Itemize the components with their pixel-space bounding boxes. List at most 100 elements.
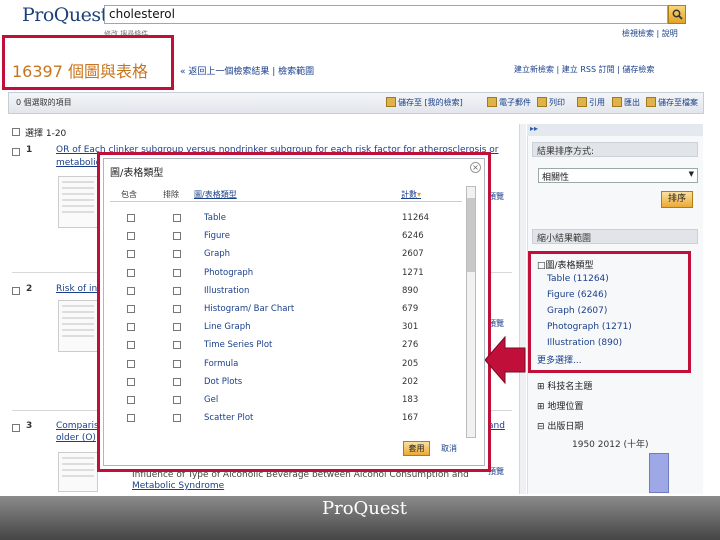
include-checkbox[interactable] — [127, 396, 135, 404]
col-type-sort[interactable]: 圖/表格類型 — [194, 189, 237, 200]
cite-button[interactable]: 引用 — [577, 97, 605, 108]
facet-section-date[interactable]: ⊟ 出版日期 — [537, 419, 583, 432]
type-count: 205 — [402, 358, 419, 369]
exclude-checkbox[interactable] — [173, 396, 181, 404]
narrow-header: 縮小結果範圍 — [532, 229, 698, 244]
more-options-link[interactable]: 更多選擇... — [537, 353, 582, 366]
chevron-down-icon: ▼ — [688, 170, 694, 178]
toolbar-label: 列印 — [549, 98, 565, 107]
modal-row: Time Series Plot 276 — [110, 336, 462, 354]
sort-select[interactable]: 相關性 ▼ — [538, 168, 698, 183]
exclude-checkbox[interactable] — [173, 286, 181, 295]
top-links[interactable]: 檢視檢索 | 說明 — [622, 28, 678, 39]
type-count: 890 — [402, 285, 419, 296]
apply-button[interactable]: 套用 — [403, 441, 430, 456]
search-input[interactable]: cholesterol — [104, 5, 668, 24]
cite-icon — [577, 97, 587, 107]
include-checkbox[interactable] — [127, 232, 135, 241]
include-checkbox[interactable] — [127, 359, 135, 368]
results-scrollbar[interactable] — [519, 124, 526, 494]
back-links[interactable]: « 返回上一個檢索結果 | 檢索範圍 — [180, 64, 314, 77]
exclude-checkbox[interactable] — [173, 214, 181, 222]
close-icon[interactable]: × — [470, 162, 481, 173]
facet-item[interactable]: Table (11264) — [547, 274, 609, 284]
select-all-checkbox[interactable] — [12, 128, 20, 136]
facet-item[interactable]: Photograph (1271) — [547, 322, 632, 332]
exclude-checkbox[interactable] — [173, 305, 181, 313]
exclude-checkbox[interactable] — [173, 268, 181, 277]
facet-item[interactable]: Figure (6246) — [547, 290, 607, 300]
modal-row: Photograph 1271 — [110, 264, 462, 282]
result-title-tail[interactable]: and — [488, 421, 512, 431]
include-checkbox[interactable] — [127, 250, 135, 259]
result-checkbox[interactable] — [12, 424, 20, 432]
toolbar-label: 電子郵件 — [499, 98, 531, 107]
selected-count: 0 個選取的項目 — [16, 98, 72, 107]
save-to-file-button[interactable]: 儲存至檔案 — [646, 97, 698, 108]
include-checkbox[interactable] — [127, 214, 135, 222]
result-thumbnail[interactable] — [58, 452, 98, 492]
type-count: 11264 — [402, 213, 430, 223]
result-title-cont[interactable]: older (O) — [56, 433, 100, 443]
result-subtitle[interactable]: Metabolic Syndrome — [132, 481, 252, 491]
year-range-label: 1950 2012 (十年) — [572, 440, 649, 450]
type-label: Formula — [204, 358, 239, 369]
exclude-checkbox[interactable] — [173, 323, 181, 332]
modal-row: Table 11264 — [110, 209, 462, 227]
type-count: 6246 — [402, 231, 424, 242]
include-checkbox[interactable] — [127, 323, 135, 332]
modal-row: Figure 6246 — [110, 227, 462, 245]
include-checkbox[interactable] — [127, 377, 135, 386]
facet-item[interactable]: Graph (2607) — [547, 306, 607, 316]
include-checkbox[interactable] — [127, 268, 135, 277]
exclude-checkbox[interactable] — [173, 250, 181, 259]
toolbar-label: 引用 — [589, 98, 605, 107]
type-label: Table — [204, 213, 226, 223]
print-button[interactable]: 列印 — [537, 97, 565, 108]
search-icon — [672, 9, 683, 20]
search-action-links[interactable]: 建立新檢索 | 建立 RSS 訂閱 | 儲存檢索 — [514, 64, 654, 75]
sort-button[interactable]: 排序 — [661, 191, 693, 208]
result-title[interactable]: Comparis... — [56, 421, 100, 431]
type-count: 167 — [402, 413, 419, 424]
panel-collapse-bar[interactable] — [527, 124, 703, 136]
proquest-logo[interactable]: ProQuest — [22, 4, 108, 26]
include-checkbox[interactable] — [127, 286, 135, 295]
collapse-arrows-icon[interactable]: ▸▸ — [530, 124, 538, 133]
result-checkbox[interactable] — [12, 148, 20, 156]
exclude-checkbox[interactable] — [173, 232, 181, 241]
type-label: Graph — [204, 249, 231, 260]
type-label: Gel — [204, 395, 219, 405]
type-count: 276 — [402, 340, 419, 351]
exclude-checkbox[interactable] — [173, 377, 181, 386]
result-thumbnail[interactable] — [58, 176, 98, 228]
include-checkbox[interactable] — [127, 414, 135, 423]
folder-icon — [386, 97, 396, 107]
col-count-sort[interactable]: 計數▾ — [401, 189, 421, 200]
export-button[interactable]: 匯出 — [612, 97, 640, 108]
modal-row: Line Graph 301 — [110, 318, 462, 336]
result-number: 1 — [26, 145, 33, 155]
facet-item[interactable]: Illustration (890) — [547, 338, 622, 348]
include-checkbox[interactable] — [127, 341, 135, 350]
search-button[interactable] — [668, 5, 686, 24]
facet-section-location[interactable]: ⊞ 地理位置 — [537, 399, 583, 412]
type-label: Time Series Plot — [204, 340, 273, 351]
result-checkbox[interactable] — [12, 287, 20, 295]
year-histogram-bar[interactable] — [649, 453, 669, 493]
type-label: Scatter Plot — [204, 413, 254, 424]
cancel-link[interactable]: 取消 — [441, 443, 457, 454]
exclude-checkbox[interactable] — [173, 359, 181, 368]
result-title[interactable]: Risk of inc... — [56, 284, 100, 294]
result-thumbnail[interactable] — [58, 300, 98, 352]
result-count: 16397 個圖與表格 — [12, 62, 148, 81]
type-label: Figure — [204, 231, 230, 242]
facet-title[interactable]: □圖/表格類型 — [537, 258, 594, 271]
email-button[interactable]: 電子郵件 — [487, 97, 531, 108]
exclude-checkbox[interactable] — [173, 414, 181, 423]
save-to-my-research-button[interactable]: 儲存至 [我的檢索] — [386, 97, 463, 108]
exclude-checkbox[interactable] — [173, 341, 181, 350]
modal-scroll-thumb[interactable] — [467, 198, 475, 272]
facet-section-subject[interactable]: ⊞ 科技名主題 — [537, 379, 592, 392]
include-checkbox[interactable] — [127, 305, 135, 313]
